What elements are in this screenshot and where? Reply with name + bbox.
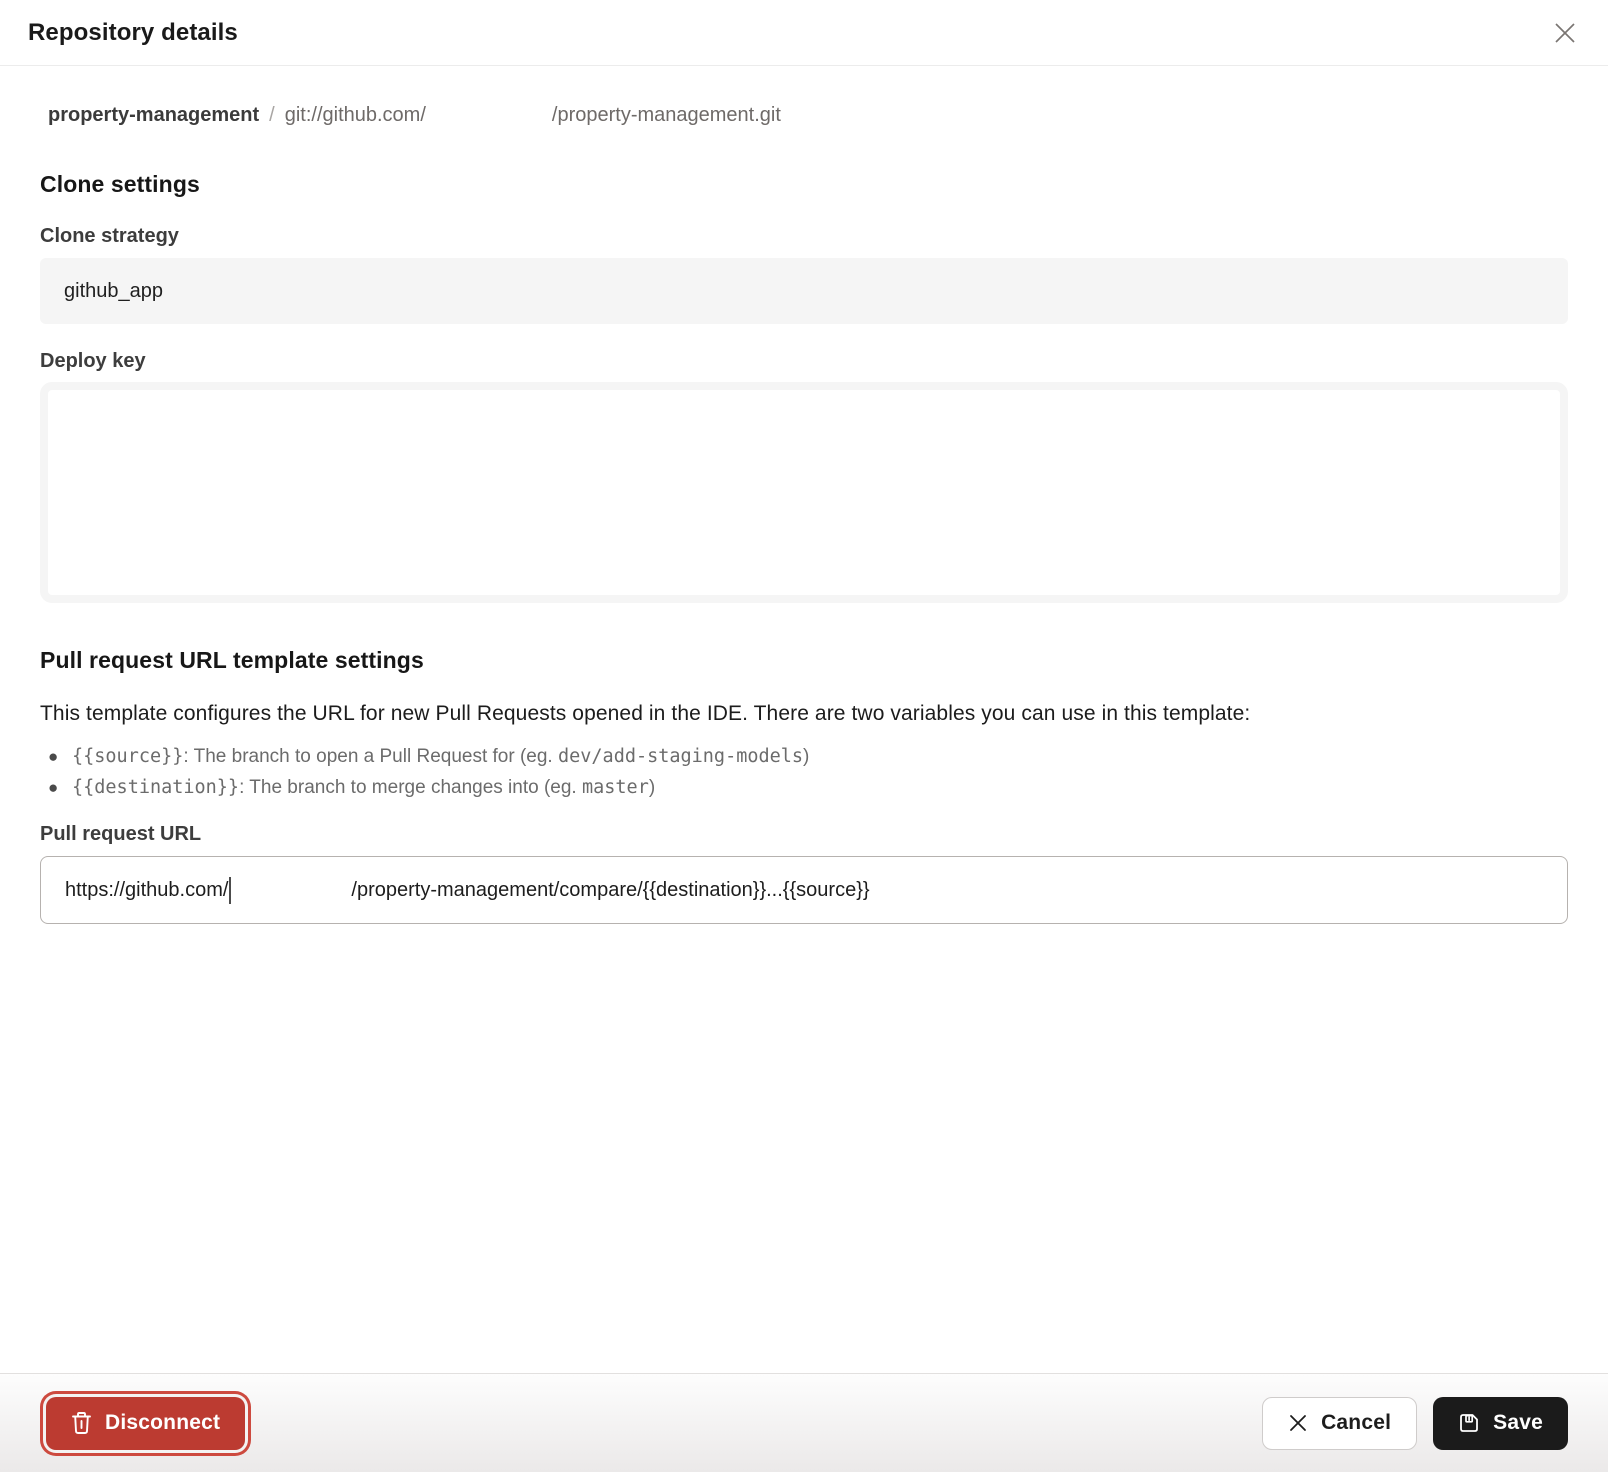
modal-footer: Disconnect Cancel (0, 1373, 1608, 1472)
bullet-icon: ● (48, 741, 58, 772)
variable-code: {{destination}} (72, 777, 239, 798)
pull-request-url-input[interactable]: https://github.com/ /property-management… (40, 856, 1568, 924)
bullet-icon: ● (48, 772, 58, 803)
floppy-disk-icon (1458, 1412, 1480, 1434)
trash-icon (71, 1411, 92, 1435)
breadcrumb-repo-name: property-management (48, 104, 259, 127)
list-item: ● {{source}}: The branch to open a Pull R… (40, 741, 1568, 772)
breadcrumb: property-management / git://github.com/ … (40, 104, 1568, 127)
clone-settings-heading: Clone settings (40, 169, 1568, 199)
deploy-key-label: Deploy key (40, 348, 1568, 374)
modal-title: Repository details (28, 19, 238, 47)
breadcrumb-url-prefix: git://github.com/ (285, 104, 426, 127)
clone-strategy-value: github_app (64, 280, 163, 303)
modal-content: property-management / git://github.com/ … (0, 104, 1608, 924)
save-button[interactable]: Save (1433, 1397, 1568, 1450)
x-icon (1288, 1413, 1308, 1433)
repository-details-modal: Repository details property-management /… (0, 0, 1608, 1472)
variable-code: {{source}} (72, 746, 183, 767)
template-variable-list: ● {{source}}: The branch to open a Pull R… (40, 741, 1568, 803)
save-button-label: Save (1493, 1411, 1543, 1435)
clone-strategy-field: github_app (40, 258, 1568, 324)
cancel-button-label: Cancel (1321, 1411, 1391, 1435)
modal-header: Repository details (0, 0, 1608, 66)
pull-request-url-label: Pull request URL (40, 821, 1568, 847)
close-button[interactable] (1548, 16, 1582, 50)
url-value-suffix: /property-management/compare/{{destinati… (351, 879, 869, 902)
close-icon (1552, 20, 1578, 46)
breadcrumb-separator: / (269, 104, 275, 127)
breadcrumb-url-suffix: /property-management.git (552, 104, 781, 127)
clone-strategy-label: Clone strategy (40, 223, 1568, 249)
list-item: ● {{destination}}: The branch to merge ch… (40, 772, 1568, 803)
pr-template-description: This template configures the URL for new… (40, 699, 1568, 729)
text-caret (229, 877, 231, 904)
variable-suffix: ) (649, 777, 655, 798)
variable-example: master (582, 777, 649, 798)
url-value-prefix: https://github.com/ (65, 879, 228, 902)
variable-suffix: ) (803, 746, 809, 767)
footer-actions: Cancel Save (1262, 1397, 1568, 1450)
variable-example: dev/add-staging-models (558, 746, 803, 767)
disconnect-button[interactable]: Disconnect (46, 1397, 245, 1450)
variable-text: : The branch to open a Pull Request for … (183, 746, 558, 767)
cancel-button[interactable]: Cancel (1262, 1397, 1417, 1450)
variable-text: : The branch to merge changes into (eg. (239, 777, 582, 798)
disconnect-button-label: Disconnect (105, 1411, 220, 1435)
deploy-key-textarea[interactable] (40, 382, 1568, 603)
pr-template-heading: Pull request URL template settings (40, 645, 1568, 675)
